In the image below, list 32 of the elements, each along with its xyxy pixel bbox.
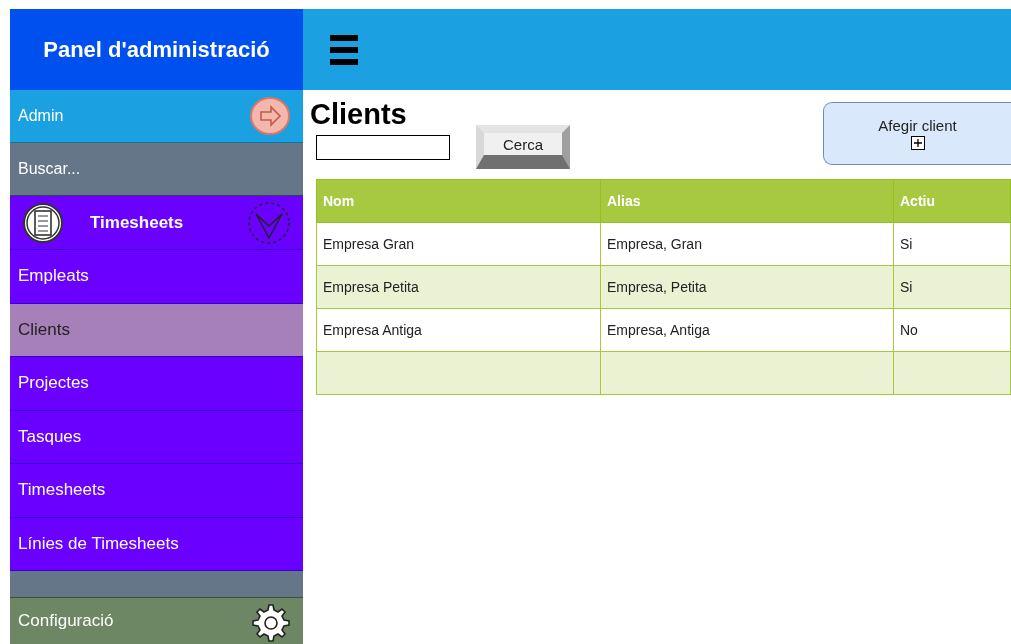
menu-item[interactable]: Projectes xyxy=(10,357,303,411)
page-title: Clients xyxy=(310,98,408,130)
chevron-icon xyxy=(247,200,291,245)
settings-label: Configuració xyxy=(18,611,114,631)
menu-item[interactable]: Empleats xyxy=(10,250,303,304)
search-input[interactable] xyxy=(316,134,450,160)
table-cell: No xyxy=(893,308,1011,352)
table-cell: Empresa Petita xyxy=(316,265,601,309)
table-cell: Empresa Gran xyxy=(316,222,601,266)
table-cell: Empresa, Gran xyxy=(600,222,894,266)
search-button[interactable]: Cerca xyxy=(476,125,570,169)
column-header: Nom xyxy=(316,179,601,223)
table-cell: Empresa, Petita xyxy=(600,265,894,309)
menu-item[interactable]: Clients xyxy=(10,303,303,357)
column-header: Alias xyxy=(600,179,894,223)
notebook-icon xyxy=(22,201,64,244)
search-field[interactable]: Buscar... xyxy=(10,143,303,196)
plus-icon xyxy=(910,136,925,150)
user-name: Admin xyxy=(18,107,64,125)
menu-item[interactable]: Timesheets xyxy=(10,464,303,518)
table-cell: Si xyxy=(893,222,1011,266)
app-title: Panel d'administració xyxy=(43,36,270,63)
menu-item[interactable]: Línies de Timesheets xyxy=(10,517,303,571)
menu-icon[interactable] xyxy=(330,34,358,65)
table-cell: Empresa, Antiga xyxy=(600,308,894,352)
column-header: Actiu xyxy=(893,179,1011,223)
section-label: Timesheets xyxy=(90,212,185,233)
table-cell: Empresa Antiga xyxy=(316,308,601,352)
table-cell: Si xyxy=(893,265,1011,309)
add-client-button[interactable]: Afegir client xyxy=(823,102,1011,165)
section-header[interactable]: Timesheets xyxy=(10,196,303,250)
menu-item[interactable]: Tasques xyxy=(10,410,303,464)
